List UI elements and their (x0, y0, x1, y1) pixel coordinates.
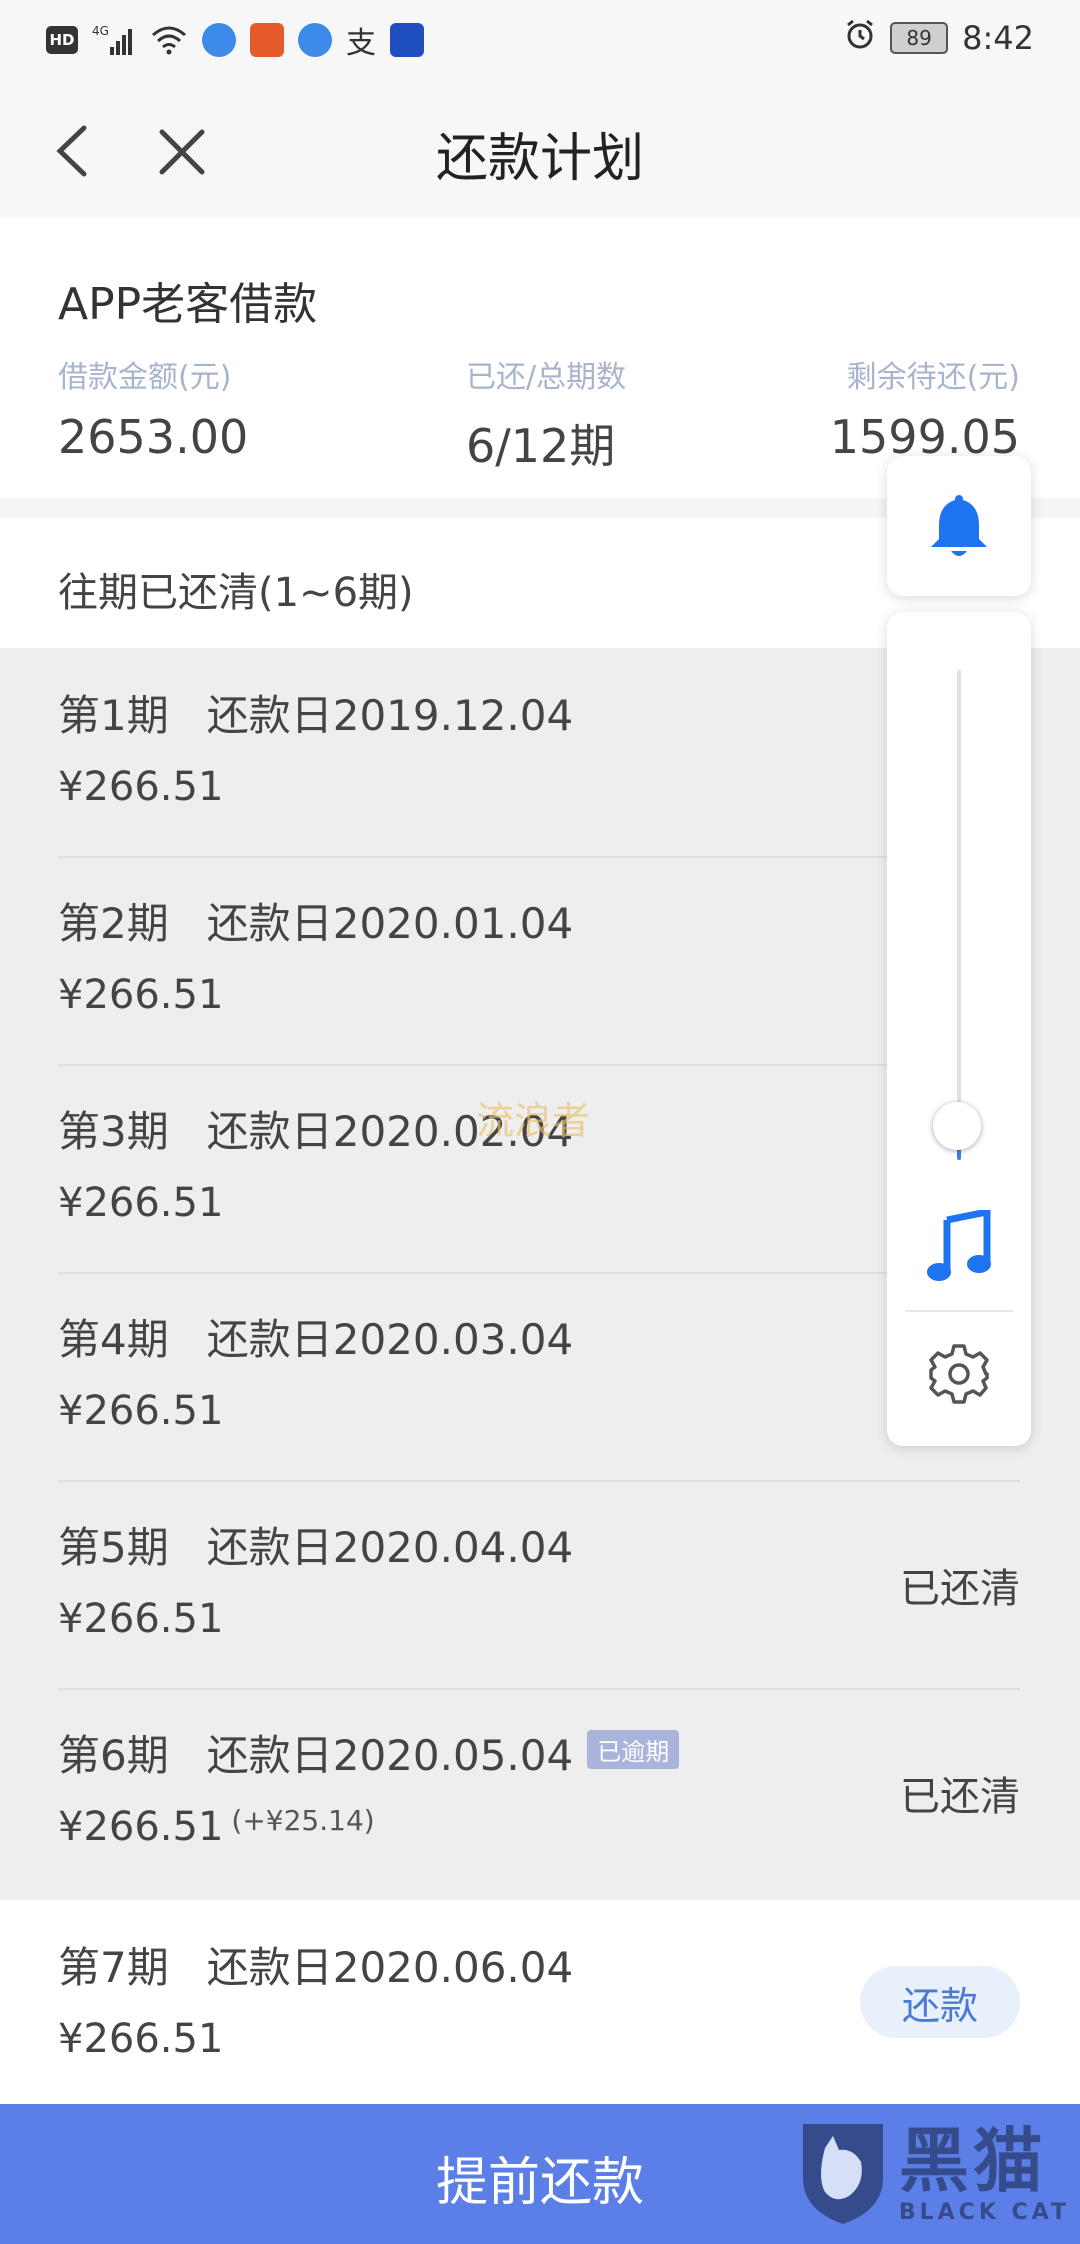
status-right: 89 8:42 (844, 18, 1034, 58)
gear-icon[interactable] (927, 1342, 991, 1406)
music-note-icon[interactable] (925, 1210, 993, 1284)
alipay-icon: 支 (346, 26, 376, 61)
installment-amount: ¥266.51 (58, 1388, 224, 1434)
paid-status: 已还清 (900, 1566, 1020, 1612)
installment-amount: ¥266.51 (+¥25.14) (58, 1804, 375, 1850)
stat-loan-amount: 借款金额(元) 2653.00 (58, 352, 248, 464)
installment-header: 第7期 还款日2020.06.04 (58, 1934, 573, 1995)
installment-header: 第4期 还款日2020.03.04 (58, 1306, 573, 1367)
installment-date: 还款日2020.03.04 (206, 1315, 574, 1364)
floating-control-panel (887, 612, 1031, 1446)
repay-button[interactable]: 还款 (860, 1966, 1020, 2038)
status-bar: HD 4G 支 89 8:42 (0, 0, 1080, 86)
installment-period: 第2期 (58, 899, 169, 948)
installment-period: 第3期 (58, 1107, 169, 1156)
installment-period: 第1期 (58, 691, 169, 740)
brand-cn: 黑猫 (898, 2119, 1047, 2202)
stat-periods: 已还/总期数 6/12期 (466, 352, 626, 476)
installment-period: 第5期 (58, 1523, 169, 1572)
stat-label: 已还/总期数 (466, 360, 627, 395)
installment-header: 第5期 还款日2020.04.04 (58, 1514, 573, 1575)
penalty-amount: (+¥25.14) (231, 1804, 375, 1837)
paid-section-title: 往期已还清(1~6期) (58, 570, 414, 616)
overdue-badge: 已逾期 (587, 1730, 680, 1769)
volume-slider-knob[interactable] (933, 1102, 981, 1150)
app-notification-icon (250, 23, 284, 57)
notification-bell-button[interactable] (887, 456, 1031, 596)
installment-period: 第7期 (58, 1943, 169, 1992)
paid-status: 已还清 (900, 1774, 1020, 1820)
stat-remaining: 剩余待还(元) 1599.05 (830, 352, 1020, 464)
divider (905, 1310, 1013, 1312)
loan-title: APP老客借款 (58, 279, 318, 330)
app-notification-icon (298, 23, 332, 57)
installment-amount: ¥266.51 (58, 1596, 224, 1642)
alarm-icon (844, 18, 876, 58)
clock: 8:42 (962, 19, 1034, 57)
list-item: 第6期 还款日2020.05.04 已逾期 ¥266.51 (+¥25.14) 已还清 (58, 1688, 1020, 1896)
upcoming-installment: 第7期 还款日2020.06.04 ¥266.51 还款 (0, 1900, 1080, 2104)
installment-amount: ¥266.51 (58, 2016, 224, 2062)
installment-date: 还款日2020.04.04 (206, 1523, 574, 1572)
amount-value: ¥266.51 (58, 1804, 224, 1850)
brand-watermark: 黑猫 BLACK CAT (795, 2118, 1070, 2228)
wifi-icon (150, 22, 188, 58)
installment-period: 第4期 (58, 1315, 169, 1364)
stat-label: 剩余待还(元) (846, 360, 1020, 395)
stat-label: 借款金额(元) (58, 360, 232, 395)
stat-value: 6/12期 (466, 419, 616, 473)
brand-en: BLACK CAT (898, 2199, 1070, 2225)
volume-slider-track[interactable] (957, 670, 961, 1160)
list-item: 第2期 还款日2020.01.04 ¥266.51 (58, 856, 1020, 1066)
installment-header: 第1期 还款日2019.12.04 (58, 682, 573, 743)
installment-date: 还款日2020.05.04 (206, 1731, 574, 1780)
installment-amount: ¥266.51 (58, 764, 224, 810)
battery-icon: 89 (890, 22, 949, 54)
installment-amount: ¥266.51 (58, 972, 224, 1018)
installment-header: 第6期 还款日2020.05.04 已逾期 (58, 1722, 680, 1783)
app-notification-icon (390, 23, 424, 57)
list-item: 第1期 还款日2019.12.04 ¥266.51 (58, 648, 1020, 858)
hd-badge: HD (46, 26, 78, 54)
installment-amount: ¥266.51 (58, 1180, 224, 1226)
installment-period: 第6期 (58, 1731, 169, 1780)
status-left-icons: HD 4G 支 (46, 22, 424, 61)
app-notification-icon (202, 23, 236, 57)
bell-icon (931, 495, 987, 556)
installment-header: 第2期 还款日2020.01.04 (58, 890, 573, 951)
center-watermark: 流浪者 (476, 1099, 591, 1143)
installment-date: 还款日2020.01.04 (206, 899, 574, 948)
signal-icon: 4G (92, 22, 136, 58)
installment-date: 还款日2019.12.04 (206, 691, 574, 740)
svg-text:4G: 4G (92, 24, 109, 38)
list-item: 第5期 还款日2020.04.04 ¥266.51 已还清 (58, 1480, 1020, 1690)
list-item: 第4期 还款日2020.03.04 ¥266.51 (58, 1272, 1020, 1482)
page-title: 还款计划 (435, 129, 644, 189)
installment-date: 还款日2020.06.04 (206, 1943, 574, 1992)
cat-shield-icon (802, 2124, 883, 2224)
stat-value: 2653.00 (58, 410, 249, 464)
nav-bar: 还款计划 (0, 86, 1080, 218)
